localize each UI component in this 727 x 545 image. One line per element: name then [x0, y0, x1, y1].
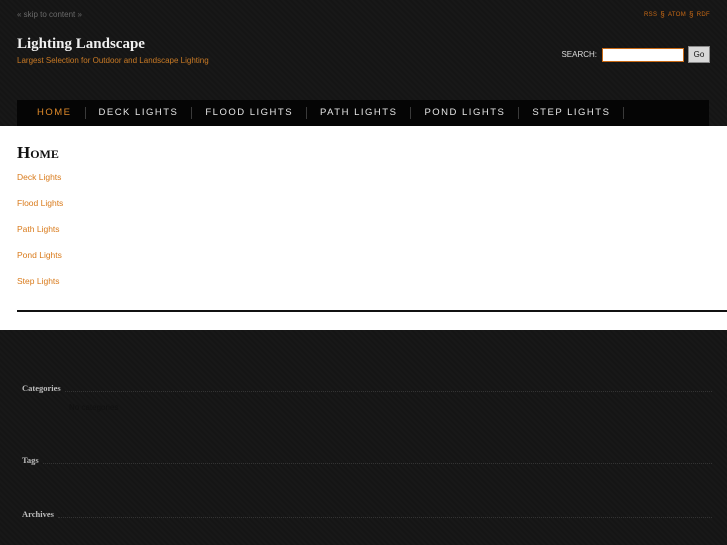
archives-widget: Archives — [22, 509, 712, 519]
search-label: SEARCH: — [561, 50, 597, 59]
categories-heading-label: Categories — [22, 383, 61, 393]
heading-divider — [42, 462, 712, 464]
tags-heading: Tags — [22, 455, 712, 465]
list-item: Pond Lights — [17, 250, 63, 276]
page-link-list: Deck Lights Flood Lights Path Lights Pon… — [17, 172, 63, 302]
link-pond-lights[interactable]: Pond Lights — [17, 250, 62, 260]
skip-to-content-link[interactable]: « skip to content » — [17, 10, 82, 19]
link-path-lights[interactable]: Path Lights — [17, 224, 60, 234]
list-item: Step Lights — [17, 276, 63, 302]
categories-widget: Categories No categories — [22, 383, 712, 412]
main-content: Home Deck Lights Flood Lights Path Light… — [0, 126, 727, 330]
rss-link[interactable]: RSS — [644, 12, 657, 18]
main-nav: HOME DECK LIGHTS FLOOD LIGHTS PATH LIGHT… — [17, 100, 709, 126]
content-divider — [17, 310, 727, 312]
nav-item-path-lights[interactable]: PATH LIGHTS — [307, 107, 412, 119]
link-deck-lights[interactable]: Deck Lights — [17, 172, 61, 182]
search-form: SEARCH: Go — [561, 46, 710, 63]
tags-heading-label: Tags — [22, 455, 39, 465]
site-title[interactable]: Lighting Landscape — [17, 36, 145, 53]
feed-separator: § — [689, 10, 694, 19]
rdf-link[interactable]: RDF — [697, 12, 710, 18]
link-flood-lights[interactable]: Flood Lights — [17, 198, 63, 208]
atom-link[interactable]: ATOM — [668, 12, 686, 18]
heading-divider — [57, 516, 712, 518]
archives-heading: Archives — [22, 509, 712, 519]
nav-item-flood-lights[interactable]: FLOOD LIGHTS — [192, 107, 308, 119]
list-item: Deck Lights — [17, 172, 63, 198]
search-go-button[interactable]: Go — [688, 46, 710, 63]
feed-links: RSS § ATOM § RDF — [644, 10, 710, 19]
heading-divider — [64, 390, 712, 392]
no-categories-text: No categories — [69, 403, 119, 412]
archives-heading-label: Archives — [22, 509, 54, 519]
nav-item-step-lights[interactable]: STEP LIGHTS — [519, 107, 625, 119]
list-item: Path Lights — [17, 224, 63, 250]
link-step-lights[interactable]: Step Lights — [17, 276, 60, 286]
categories-heading: Categories — [22, 383, 712, 393]
search-input[interactable] — [602, 47, 684, 62]
nav-item-pond-lights[interactable]: POND LIGHTS — [411, 107, 520, 119]
page-title: Home — [17, 143, 59, 162]
list-item: Flood Lights — [17, 198, 63, 224]
feed-separator: § — [660, 10, 666, 19]
nav-item-deck-lights[interactable]: DECK LIGHTS — [86, 107, 193, 119]
nav-item-home[interactable]: HOME — [17, 107, 86, 119]
tags-widget: Tags — [22, 455, 712, 465]
site-tagline: Largest Selection for Outdoor and Landsc… — [17, 56, 209, 65]
